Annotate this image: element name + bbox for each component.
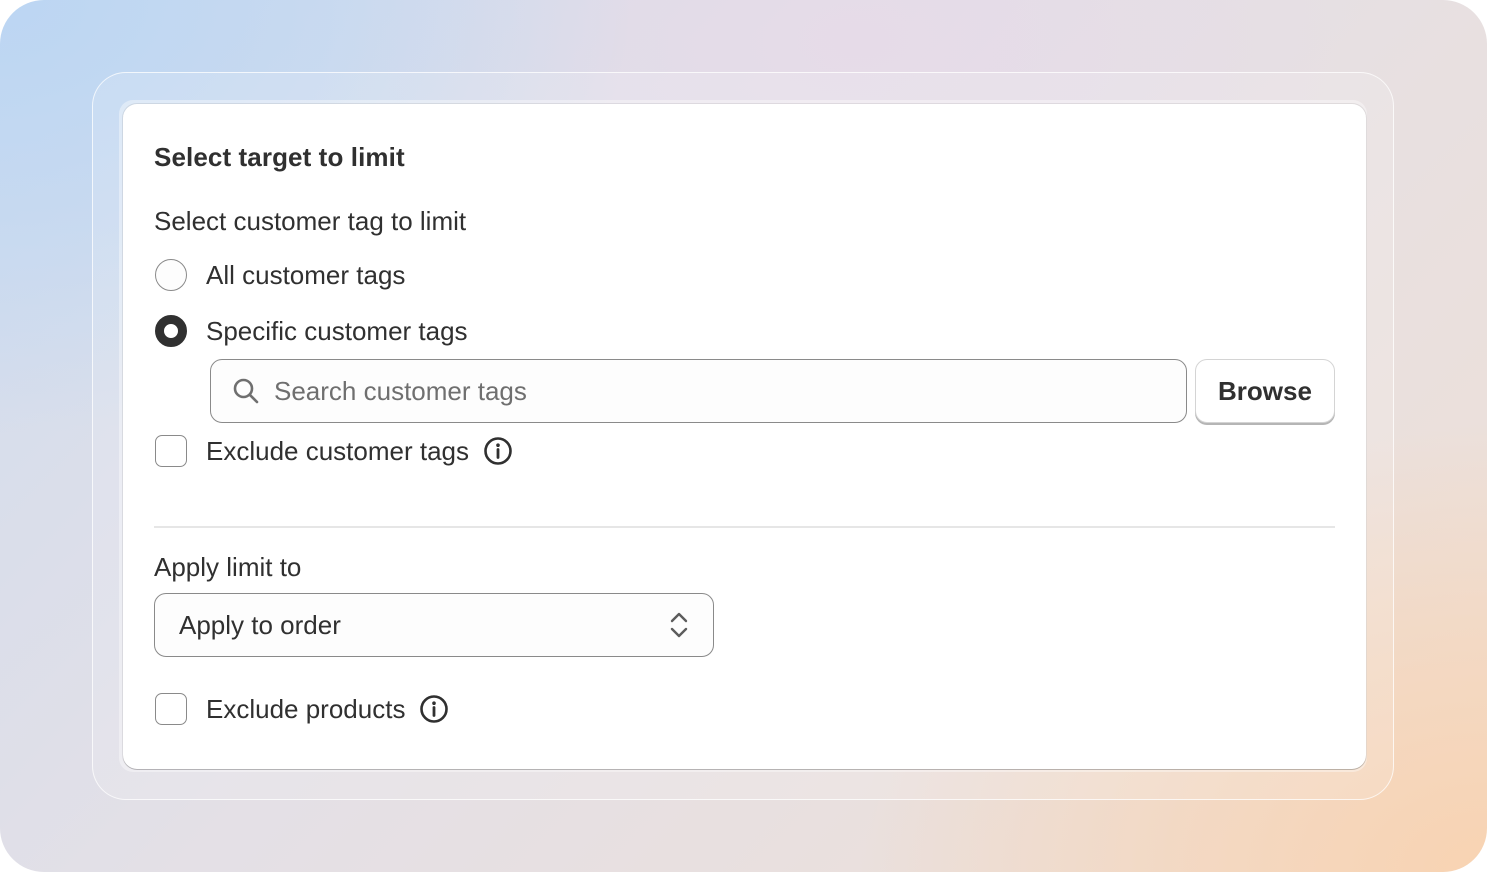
exclude-products-checkbox[interactable] <box>155 693 187 725</box>
section-divider <box>154 526 1335 528</box>
search-customer-tags-input[interactable] <box>274 371 1154 411</box>
exclude-customer-tags-option[interactable]: Exclude customer tags <box>155 434 513 468</box>
info-icon[interactable] <box>483 436 513 466</box>
apply-limit-section-label: Apply limit to <box>154 552 302 582</box>
info-icon[interactable] <box>419 694 449 724</box>
apply-limit-selected-value: Apply to order <box>179 609 341 640</box>
card-title: Select target to limit <box>154 142 405 172</box>
target-limit-card: Select target to limit Select customer t… <box>123 104 1366 769</box>
exclude-products-option[interactable]: Exclude products <box>155 692 449 726</box>
exclude-products-label: Exclude products <box>206 693 406 724</box>
radio-label-specific-customer-tags: Specific customer tags <box>206 315 468 346</box>
radio-button-unchecked[interactable] <box>155 259 187 291</box>
radio-option-specific-customer-tags[interactable]: Specific customer tags <box>155 314 468 348</box>
exclude-customer-tags-label: Exclude customer tags <box>206 435 470 466</box>
browse-button[interactable]: Browse <box>1195 359 1335 423</box>
customer-tags-search-field[interactable] <box>210 359 1187 423</box>
customer-tag-section-label: Select customer tag to limit <box>154 206 467 236</box>
exclude-customer-tags-checkbox[interactable] <box>155 435 187 467</box>
select-chevron-icon <box>670 612 688 638</box>
apply-limit-select[interactable]: Apply to order <box>154 593 714 657</box>
radio-button-checked[interactable] <box>155 315 187 347</box>
radio-option-all-customer-tags[interactable]: All customer tags <box>155 258 405 292</box>
search-icon <box>233 378 259 404</box>
radio-label-all-customer-tags: All customer tags <box>206 259 406 290</box>
